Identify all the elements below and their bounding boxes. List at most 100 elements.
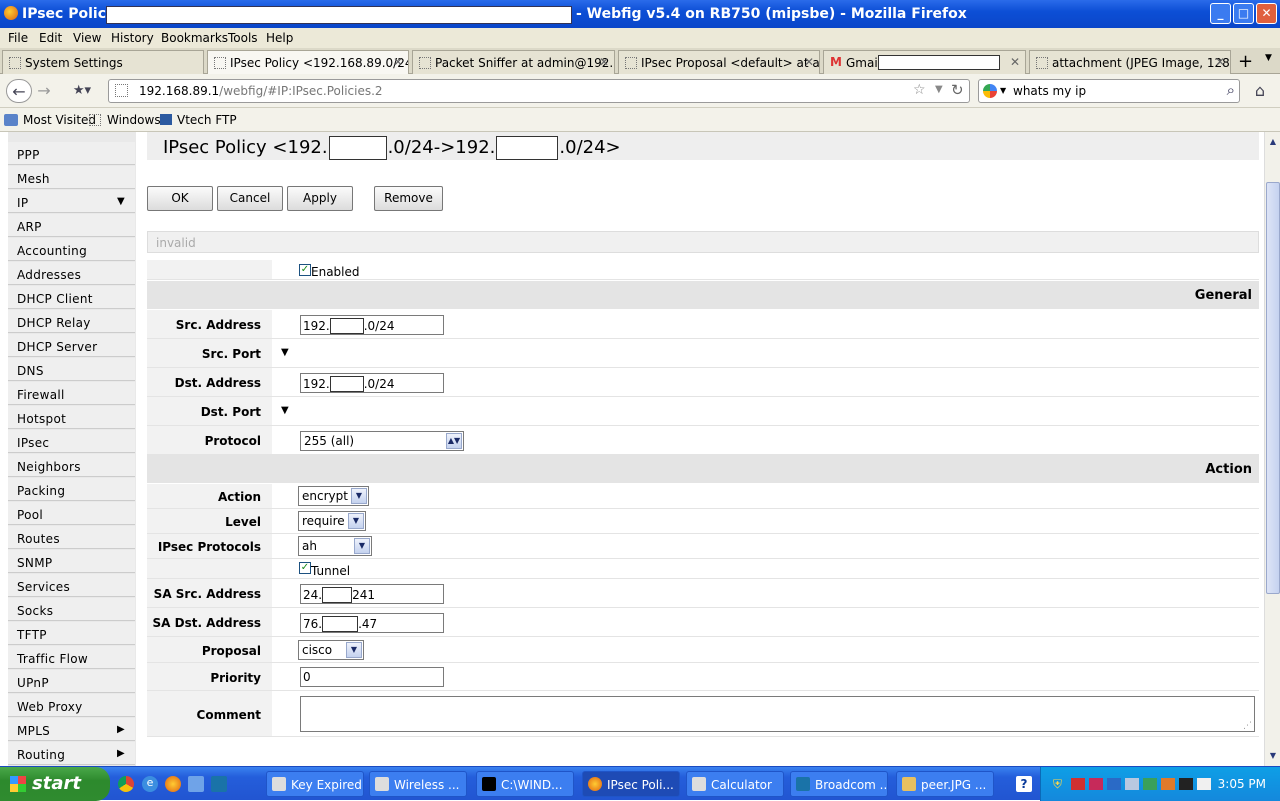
page-scrollbar[interactable]: ▲ ▼: [1264, 132, 1280, 766]
close-tab-icon[interactable]: ✕: [1010, 55, 1020, 69]
tray-app-icon[interactable]: [1071, 778, 1085, 790]
forward-icon[interactable]: →: [34, 79, 54, 103]
chrome-icon[interactable]: [118, 776, 134, 792]
sidebar-item-snmp[interactable]: SNMP: [8, 550, 135, 573]
taskbar-item-calculator[interactable]: Calculator: [686, 771, 784, 797]
quicklaunch-icon[interactable]: [188, 776, 204, 792]
close-tab-icon[interactable]: ✕: [599, 55, 609, 69]
sidebar-item-ppp[interactable]: PPP: [8, 142, 135, 165]
sidebar-item-firewall[interactable]: Firewall: [8, 382, 135, 405]
action-select[interactable]: encrypt ▼: [298, 486, 369, 506]
sidebar-item-traffic-flow[interactable]: Traffic Flow: [8, 646, 135, 669]
taskbar-item-cmd[interactable]: C:\WIND...: [476, 771, 574, 797]
ie-icon[interactable]: e: [142, 776, 158, 792]
sidebar-item-ipsec[interactable]: IPsec: [8, 430, 135, 453]
sidebar-item-mesh[interactable]: Mesh: [8, 166, 135, 189]
close-window-button[interactable]: ✕: [1256, 3, 1277, 24]
search-icon[interactable]: ⌕: [1227, 81, 1235, 99]
ok-button[interactable]: OK: [147, 186, 213, 211]
tunnel-checkbox[interactable]: ✓: [299, 562, 311, 574]
sidebar-item-hotspot[interactable]: Hotspot: [8, 406, 135, 429]
tab-gmail[interactable]: M Gmail - ✕: [823, 50, 1026, 74]
home-icon[interactable]: ⌂: [1248, 79, 1272, 103]
apply-button[interactable]: Apply: [287, 186, 353, 211]
sidebar-item-accounting[interactable]: Accounting: [8, 238, 135, 261]
minimize-button[interactable]: _: [1210, 3, 1231, 24]
chevron-down-icon[interactable]: ▼: [351, 488, 367, 504]
menu-history[interactable]: History: [111, 31, 154, 45]
site-identity-icon[interactable]: [115, 84, 128, 97]
menu-bookmarks[interactable]: Bookmarks: [161, 31, 228, 45]
help-icon[interactable]: ?: [1016, 776, 1032, 792]
search-engine-dropdown-icon[interactable]: ▼: [1000, 86, 1006, 95]
tray-app-icon[interactable]: [1143, 778, 1157, 790]
tab-packet-sniffer[interactable]: Packet Sniffer at admin@192.1... ✕: [412, 50, 615, 74]
sidebar-item-dhcp-server[interactable]: DHCP Server: [8, 334, 135, 357]
tab-attachment[interactable]: attachment (JPEG Image, 1280 ... ✕: [1029, 50, 1231, 74]
sidebar-item-upnp[interactable]: UPnP: [8, 670, 135, 693]
menu-tools[interactable]: Tools: [228, 31, 258, 45]
tray-app-icon[interactable]: [1179, 778, 1193, 790]
network-icon[interactable]: [1107, 778, 1121, 790]
scroll-up-icon[interactable]: ▲: [1266, 134, 1280, 150]
sidebar-item-packing[interactable]: Packing: [8, 478, 135, 501]
stepper-icon[interactable]: ▲▼: [446, 433, 462, 449]
new-tab-icon[interactable]: +: [1238, 51, 1253, 72]
menu-file[interactable]: File: [8, 31, 28, 45]
sa-dst-address-input[interactable]: 76. .47: [300, 613, 444, 633]
proposal-select[interactable]: cisco ▼: [298, 640, 364, 660]
taskbar-item-broadcom[interactable]: Broadcom ...: [790, 771, 888, 797]
cancel-button[interactable]: Cancel: [217, 186, 283, 211]
shield-icon[interactable]: ⛨: [1053, 777, 1062, 792]
menu-help[interactable]: Help: [266, 31, 293, 45]
bookmark-star-icon[interactable]: ☆: [913, 82, 926, 98]
maximize-button[interactable]: □: [1233, 3, 1254, 24]
sidebar-item-arp[interactable]: ARP: [8, 214, 135, 237]
level-select[interactable]: require ▼: [298, 511, 366, 531]
scroll-down-icon[interactable]: ▼: [1266, 748, 1280, 764]
search-input[interactable]: whats my ip: [1013, 84, 1086, 98]
resize-grip-icon[interactable]: ⋰: [1243, 721, 1252, 731]
taskbar-item-wireless[interactable]: Wireless ...: [369, 771, 467, 797]
scrollbar-thumb[interactable]: [1266, 182, 1280, 594]
volume-icon[interactable]: [1125, 778, 1139, 790]
reload-icon[interactable]: ↻: [951, 81, 964, 99]
history-dropdown-icon[interactable]: ▼: [935, 84, 943, 95]
back-icon[interactable]: ←: [6, 79, 32, 103]
sidebar-item-web-proxy[interactable]: Web Proxy: [8, 694, 135, 717]
tray-app-icon[interactable]: [1089, 778, 1103, 790]
sidebar-item-socks[interactable]: Socks: [8, 598, 135, 621]
sidebar-item-ip[interactable]: IP ▼: [8, 190, 135, 213]
priority-input[interactable]: 0: [300, 667, 444, 687]
menu-view[interactable]: View: [73, 31, 101, 45]
tab-system-settings[interactable]: System Settings: [2, 50, 204, 74]
tray-app-icon[interactable]: [1197, 778, 1211, 790]
bookmark-windows[interactable]: Windows: [107, 113, 161, 127]
taskbar-item-ipsec-policy[interactable]: IPsec Poli...: [582, 771, 680, 797]
sidebar-item-pool[interactable]: Pool: [8, 502, 135, 525]
enabled-checkbox[interactable]: ✓: [299, 264, 311, 276]
sidebar-item-mpls[interactable]: MPLS ▶: [8, 718, 135, 741]
sidebar-item-dns[interactable]: DNS: [8, 358, 135, 381]
close-tab-icon[interactable]: ✕: [1215, 55, 1225, 69]
comment-textarea[interactable]: ⋰: [300, 696, 1255, 732]
chevron-down-icon[interactable]: ▼: [354, 538, 370, 554]
bookmark-most-visited[interactable]: Most Visited: [23, 113, 96, 127]
taskbar-item-peer-jpg[interactable]: peer.JPG ...: [896, 771, 994, 797]
firefox-icon[interactable]: [165, 776, 181, 792]
sidebar-item-routing[interactable]: Routing ▶: [8, 742, 135, 765]
start-button[interactable]: start: [0, 767, 110, 801]
taskbar-item-key-expired[interactable]: Key Expired: [266, 771, 364, 797]
sa-src-address-input[interactable]: 24. 241: [300, 584, 444, 604]
sidebar-item-tftp[interactable]: TFTP: [8, 622, 135, 645]
network-monitor-icon[interactable]: [211, 776, 227, 792]
ipsec-protocols-select[interactable]: ah ▼: [298, 536, 372, 556]
remove-button[interactable]: Remove: [374, 186, 443, 211]
sidebar-item-addresses[interactable]: Addresses: [8, 262, 135, 285]
menu-edit[interactable]: Edit: [39, 31, 62, 45]
google-icon[interactable]: [983, 84, 997, 98]
src-address-input[interactable]: 192. .0/24: [300, 315, 444, 335]
chevron-down-icon[interactable]: ▼: [348, 513, 364, 529]
tab-list-icon[interactable]: ▼: [1265, 53, 1272, 63]
bookmarks-menu-icon[interactable]: ★▾: [66, 79, 98, 103]
